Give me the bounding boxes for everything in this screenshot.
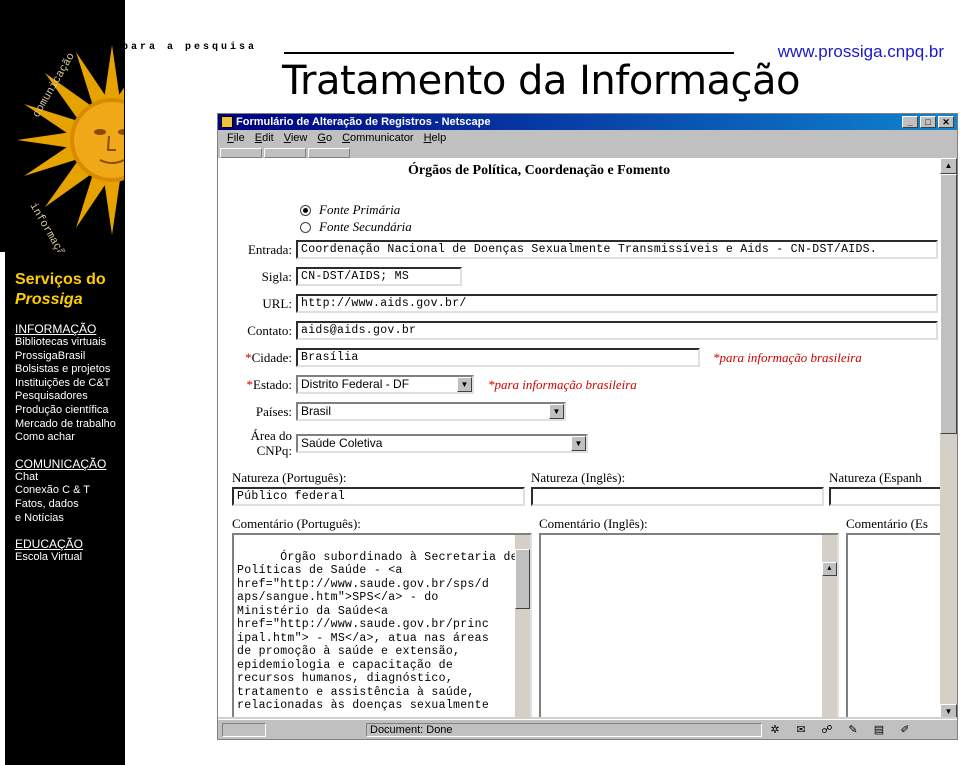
- toolbar-grip[interactable]: [220, 148, 262, 158]
- menu-item[interactable]: Bolsistas e projetos: [15, 363, 125, 377]
- menu-item[interactable]: Pesquisadores: [15, 390, 125, 404]
- menu-go[interactable]: Go: [312, 130, 337, 147]
- scroll-thumb[interactable]: [515, 549, 530, 609]
- composer-icon[interactable]: ✎: [844, 723, 862, 737]
- paises-select[interactable]: Brasil ▼: [296, 402, 566, 421]
- menu-item[interactable]: Conexão C & T: [15, 484, 125, 498]
- edit-icon[interactable]: ✐: [896, 723, 914, 737]
- chevron-down-icon[interactable]: ▼: [549, 404, 564, 419]
- netscape-icon: [221, 116, 233, 128]
- page-scrollbar[interactable]: ▲ ▼: [940, 158, 957, 720]
- form-heading: Órgãos de Política, Coordenação e Foment…: [408, 163, 671, 178]
- cidade-field[interactable]: Brasília: [296, 348, 700, 367]
- menu-communicator[interactable]: Communicator: [337, 130, 419, 147]
- textarea-scrollbar[interactable]: ▲: [515, 535, 530, 720]
- menu-edit[interactable]: Edit: [250, 130, 279, 147]
- menu-heading[interactable]: INFORMAÇÃO: [15, 322, 125, 336]
- radio-fonte-primaria[interactable]: Fonte Primária: [300, 202, 400, 218]
- mail-icon[interactable]: ✉: [792, 723, 810, 737]
- toolbar-grip[interactable]: [264, 148, 306, 158]
- entrada-field[interactable]: Coordenação Nacional de Doenças Sexualme…: [296, 240, 938, 259]
- radio-button-selected[interactable]: [300, 204, 311, 216]
- menu-item[interactable]: Bibliotecas virtuais: [15, 336, 125, 350]
- menu-help[interactable]: Help: [419, 130, 452, 147]
- scroll-up-icon[interactable]: ▲: [822, 562, 837, 576]
- navigator-icon[interactable]: ✲: [766, 723, 784, 737]
- natureza-en-label: Natureza (Inglês):: [531, 470, 626, 485]
- menu-heading[interactable]: COMUNICAÇÃO: [15, 457, 125, 471]
- sigla-field[interactable]: CN-DST/AIDS; MS: [296, 267, 462, 286]
- sigla-label: Sigla:: [261, 269, 292, 284]
- comentario-en-label: Comentário (Inglês):: [539, 516, 648, 531]
- scroll-thumb[interactable]: [940, 174, 957, 434]
- contato-label: Contato:: [247, 323, 292, 338]
- cidade-note: *para informação brasileira: [713, 350, 862, 365]
- comentario-es-label: Comentário (Es: [846, 516, 928, 531]
- comentario-pt-textarea[interactable]: Órgão subordinado à Secretaria de Políti…: [232, 533, 532, 720]
- cidade-label: *Cidade:: [245, 350, 292, 365]
- menu-item[interactable]: Fatos, dados: [15, 498, 125, 512]
- services-menu: Serviços do Prossiga INFORMAÇÃO Bibliotec…: [15, 270, 125, 565]
- comentario-es-textarea[interactable]: [846, 533, 940, 720]
- menu-item[interactable]: Instituições de C&T: [15, 377, 125, 391]
- url-field[interactable]: http://www.aids.gov.br/: [296, 294, 938, 313]
- discussion-icon[interactable]: ☍: [818, 723, 836, 737]
- security-lock-icon[interactable]: [222, 723, 266, 737]
- natureza-pt-field[interactable]: Público federal: [232, 487, 525, 506]
- comentario-pt-label: Comentário (Português):: [232, 516, 361, 531]
- menu-view[interactable]: View: [279, 130, 313, 147]
- address-book-icon[interactable]: ▤: [870, 723, 888, 737]
- page-content: Órgãos de Política, Coordenação e Foment…: [218, 158, 940, 720]
- close-button[interactable]: ✕: [938, 116, 954, 128]
- netscape-window: Formulário de Alteração de Registros - N…: [217, 113, 958, 740]
- menu-item[interactable]: e Notícias: [15, 512, 125, 526]
- toolbar-grip[interactable]: [308, 148, 350, 158]
- menu-item[interactable]: Mercado de trabalho: [15, 418, 125, 432]
- paises-label: Países:: [255, 404, 292, 419]
- area-cnpq-select[interactable]: Saúde Coletiva ▼: [296, 434, 588, 453]
- entrada-label: Entrada:: [247, 242, 292, 257]
- comentario-en-textarea[interactable]: ▲: [539, 533, 839, 720]
- status-bar: Document: Done ✲ ✉ ☍ ✎ ▤ ✐: [218, 719, 957, 739]
- collapsed-toolbars[interactable]: [220, 148, 350, 158]
- sun-logo-icon: comunicação informação: [0, 0, 124, 252]
- menu-item[interactable]: Produção científica: [15, 404, 125, 418]
- menu-item[interactable]: Chat: [15, 471, 125, 485]
- menu-title: Serviços do Prossiga: [15, 271, 106, 308]
- natureza-en-field[interactable]: [531, 487, 824, 506]
- maximize-button[interactable]: □: [920, 116, 936, 128]
- url-label: URL:: [262, 296, 292, 311]
- window-titlebar[interactable]: Formulário de Alteração de Registros - N…: [218, 114, 957, 130]
- scroll-up-icon[interactable]: ▲: [940, 158, 957, 174]
- menu-file[interactable]: File: [222, 130, 250, 147]
- menu-item[interactable]: ProssigaBrasil: [15, 350, 125, 364]
- radio-fonte-secundaria[interactable]: Fonte Secundária: [300, 219, 412, 235]
- natureza-pt-label: Natureza (Português):: [232, 470, 347, 485]
- estado-label: *Estado:: [246, 377, 293, 392]
- menu-heading[interactable]: EDUCAÇÃO: [15, 537, 125, 551]
- header-divider: [284, 52, 734, 54]
- menu-item[interactable]: Escola Virtual: [15, 551, 125, 565]
- site-url[interactable]: www.prossiga.cnpq.br: [778, 42, 944, 62]
- contato-field[interactable]: aids@aids.gov.br: [296, 321, 938, 340]
- natureza-es-label: Natureza (Espanh: [829, 470, 922, 485]
- prossiga-logo: comunicação informação: [0, 0, 124, 252]
- tagline: para a pesquisa: [122, 42, 258, 53]
- menubar: File Edit View Go Communicator Help: [218, 130, 957, 147]
- radio-button[interactable]: [300, 221, 311, 233]
- minimize-button[interactable]: _: [902, 116, 918, 128]
- estado-note: *para informação brasileira: [488, 377, 637, 392]
- chevron-down-icon[interactable]: ▼: [457, 377, 472, 392]
- page-title: Tratamento da Informação: [282, 58, 801, 104]
- area-cnpq-label: Área do CNPq:: [250, 428, 292, 458]
- status-text: Document: Done: [366, 723, 762, 737]
- textarea-scrollbar[interactable]: ▲: [822, 535, 837, 720]
- chevron-down-icon[interactable]: ▼: [571, 436, 586, 451]
- menu-item[interactable]: Como achar: [15, 431, 125, 445]
- estado-select[interactable]: Distrito Federal - DF ▼: [296, 375, 474, 394]
- component-bar: ✲ ✉ ☍ ✎ ▤ ✐: [766, 723, 914, 737]
- natureza-es-field[interactable]: [829, 487, 940, 506]
